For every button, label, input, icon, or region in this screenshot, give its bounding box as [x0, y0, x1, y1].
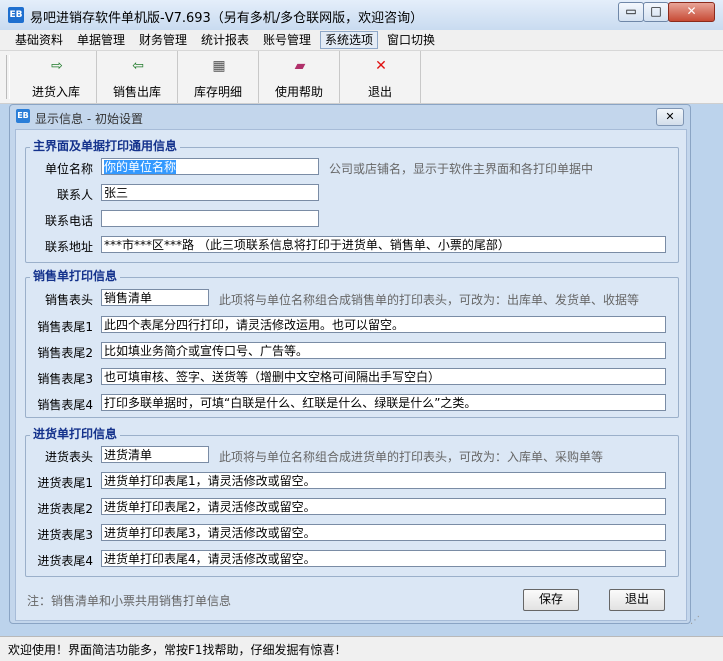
purchase-footer1-label: 进货表尾1: [37, 476, 93, 490]
stock-in-icon: ⇨: [51, 58, 63, 74]
menu-system-options[interactable]: 系统选项: [320, 31, 379, 49]
contact-input[interactable]: 张三: [101, 184, 319, 201]
sales-footer2-label: 销售表尾2: [37, 346, 93, 360]
menu-reports[interactable]: 统计报表: [197, 32, 253, 48]
help-button[interactable]: ▰ 使用帮助: [259, 51, 340, 103]
settings-dialog: EB 显示信息 - 初始设置 ✕ 主界面及单据打印通用信息 单位名称 你的单位名…: [9, 104, 691, 624]
minimize-button[interactable]: ▭: [618, 2, 644, 22]
help-book-icon: ▰: [294, 58, 306, 74]
dialog-close-button[interactable]: ✕: [656, 108, 684, 126]
address-input[interactable]: ***市***区***路 （此三项联系信息将打印于进货单、销售单、小票的尾部）: [101, 236, 666, 253]
menu-basic-data[interactable]: 基础资料: [11, 32, 67, 48]
sales-header-hint: 此项将与单位名称组合成销售单的打印表头，可改为：出库单、发货单、收据等: [219, 293, 640, 307]
sales-footer1-input[interactable]: 此四个表尾分四行打印，请灵活修改运用。也可以留空。: [101, 316, 666, 333]
purchase-header-input[interactable]: 进货清单: [101, 446, 209, 463]
sales-footer3-input[interactable]: 也可填审核、签字、送货等（增删中文空格可间隔出手写空白）: [101, 368, 666, 385]
sales-footer3-label: 销售表尾3: [37, 372, 93, 386]
dialog-content: 主界面及单据打印通用信息 单位名称 你的单位名称 公司或店铺名，显示于软件主界面…: [15, 129, 687, 621]
exit-toolbar-button[interactable]: ✕ 退出: [340, 51, 421, 103]
stock-out-label: 销售出库: [112, 85, 161, 99]
status-bar: 欢迎使用！界面简洁功能多，常按F1找帮助，仔细发掘有惊喜！: [0, 636, 723, 661]
stock-in-label: 进货入库: [31, 85, 80, 99]
purchase-print-title: 进货单打印信息: [30, 425, 121, 442]
minimize-icon: ▭: [625, 4, 637, 18]
resize-grip-icon[interactable]: ⋰: [690, 615, 702, 627]
purchase-header-hint: 此项将与单位名称组合成进货单的打印表头，可改为：入库单、采购单等: [219, 450, 604, 464]
sales-header-input[interactable]: 销售清单: [101, 289, 209, 306]
status-text: 欢迎使用！界面简洁功能多，常按F1找帮助，仔细发掘有惊喜！: [8, 643, 347, 657]
dialog-logo-icon: EB: [16, 109, 30, 123]
stock-out-button[interactable]: ⇦ 销售出库: [97, 51, 178, 103]
close-icon: ✕: [665, 110, 675, 123]
company-label: 单位名称: [44, 162, 93, 176]
purchase-footer1-input[interactable]: 进货单打印表尾1，请灵活修改或留空。: [101, 472, 666, 489]
menu-window-switch[interactable]: 窗口切换: [383, 32, 439, 48]
app-logo-icon: EB: [8, 7, 24, 23]
company-name-input[interactable]: 你的单位名称: [101, 158, 319, 175]
sales-footer4-label: 销售表尾4: [37, 398, 93, 412]
menu-finance[interactable]: 财务管理: [135, 32, 191, 48]
maximize-button[interactable]: □: [643, 2, 669, 22]
sales-header-label: 销售表头: [44, 293, 93, 307]
phone-input[interactable]: [101, 210, 319, 227]
menu-documents[interactable]: 单据管理: [73, 32, 129, 48]
purchase-footer4-label: 进货表尾4: [37, 554, 93, 568]
address-label: 联系地址: [44, 240, 93, 254]
purchase-footer2-input[interactable]: 进货单打印表尾2，请灵活修改或留空。: [101, 498, 666, 515]
window-titlebar[interactable]: EB 易吧进销存软件单机版-V7.693（另有多机/多仓联网版，欢迎咨询） ▭ …: [0, 0, 723, 31]
shared-info-note: 注：销售清单和小票共用销售打单信息: [27, 594, 232, 608]
inventory-button[interactable]: ▦ 库存明细: [178, 51, 259, 103]
phone-label: 联系电话: [44, 214, 93, 228]
close-button[interactable]: ✕: [668, 2, 715, 22]
purchase-header-label: 进货表头: [44, 450, 93, 464]
exit-toolbar-label: 退出: [367, 85, 392, 99]
sales-footer2-input[interactable]: 比如填业务简介或宣传口号、广告等。: [101, 342, 666, 359]
maximize-icon: □: [650, 4, 662, 18]
sales-footer1-label: 销售表尾1: [37, 320, 93, 334]
purchase-footer4-input[interactable]: 进货单打印表尾4，请灵活修改或留空。: [101, 550, 666, 567]
menu-accounts[interactable]: 账号管理: [259, 32, 315, 48]
save-button[interactable]: 保存: [523, 589, 579, 611]
close-icon: ✕: [686, 4, 697, 18]
stock-out-icon: ⇦: [132, 58, 144, 74]
purchase-footer2-label: 进货表尾2: [37, 502, 93, 516]
toolbar-grip: [6, 55, 10, 99]
window-title: 易吧进销存软件单机版-V7.693（另有多机/多仓联网版，欢迎咨询）: [30, 11, 424, 26]
dialog-exit-button[interactable]: 退出: [609, 589, 665, 611]
contact-label: 联系人: [56, 188, 93, 202]
dialog-title: 显示信息 - 初始设置: [35, 112, 143, 126]
dialog-titlebar[interactable]: EB 显示信息 - 初始设置 ✕: [10, 105, 690, 129]
toolbar: ⇨ 进货入库 ⇦ 销售出库 ▦ 库存明细 ▰ 使用帮助 ✕ 退出: [0, 51, 723, 104]
inventory-label: 库存明细: [193, 85, 242, 99]
general-info-title: 主界面及单据打印通用信息: [30, 137, 181, 154]
company-name-value: 你的单位名称: [104, 160, 177, 174]
stock-in-button[interactable]: ⇨ 进货入库: [16, 51, 97, 103]
exit-x-icon: ✕: [375, 58, 387, 74]
purchase-footer3-label: 进货表尾3: [37, 528, 93, 542]
inventory-icon: ▦: [212, 58, 226, 74]
help-label: 使用帮助: [274, 85, 323, 99]
sales-print-title: 销售单打印信息: [30, 267, 121, 284]
purchase-footer3-input[interactable]: 进货单打印表尾3，请灵活修改或留空。: [101, 524, 666, 541]
company-hint: 公司或店铺名，显示于软件主界面和各打印单据中: [329, 162, 594, 176]
sales-footer4-input[interactable]: 打印多联单据时，可填“白联是什么、红联是什么、绿联是什么”之类。: [101, 394, 666, 411]
menu-bar: 基础资料 单据管理 财务管理 统计报表 账号管理 系统选项 窗口切换: [0, 30, 723, 51]
